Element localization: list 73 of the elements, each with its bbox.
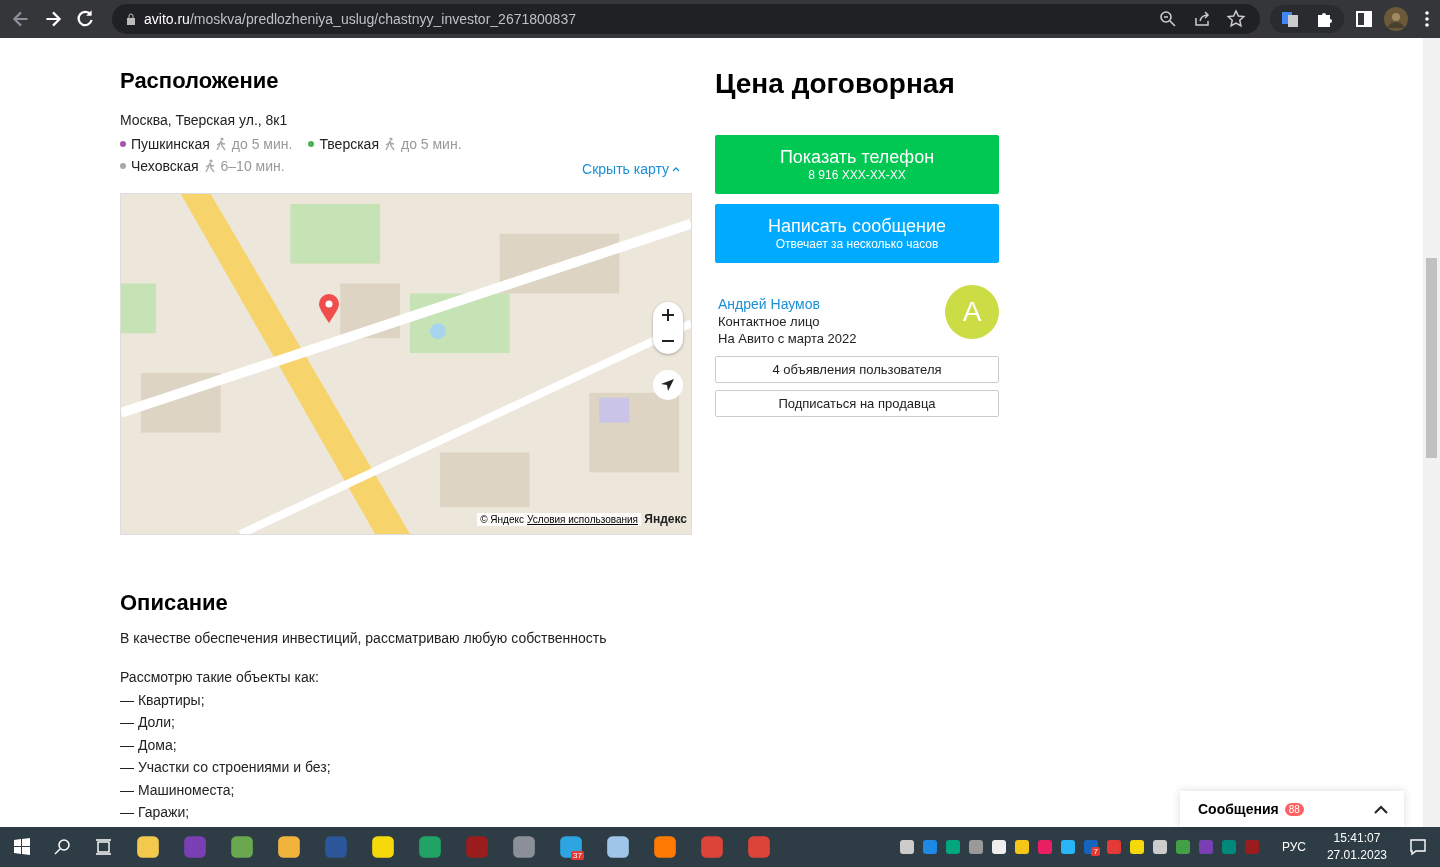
- description-line: — Квартиры;: [120, 690, 205, 710]
- menu-icon[interactable]: [1424, 9, 1430, 29]
- taskbar-app-icon[interactable]: [605, 834, 631, 860]
- notification-badge: 37: [571, 851, 584, 860]
- description-line: Рассмотрю такие объекты как:: [120, 668, 319, 687]
- unread-badge: 88: [1284, 802, 1304, 816]
- tray-icon[interactable]: [1058, 838, 1077, 856]
- walking-icon: [214, 137, 227, 151]
- description-line: — Гаражи;: [120, 803, 190, 822]
- scrollbar[interactable]: [1423, 38, 1440, 827]
- share-icon[interactable]: [1192, 9, 1212, 29]
- taskbar-app-icon[interactable]: [229, 834, 255, 860]
- sidebar-icon[interactable]: [1354, 9, 1374, 29]
- terms-link[interactable]: Условия использования: [527, 514, 638, 525]
- notification-badge: 7: [1091, 847, 1100, 856]
- profile-avatar[interactable]: [1384, 7, 1408, 31]
- messages-panel[interactable]: Сообщения 88: [1180, 791, 1404, 827]
- seller-action-button[interactable]: 4 объявления пользователя: [715, 356, 999, 383]
- walking-icon: [383, 137, 396, 151]
- walking-time: до 5 мин.: [231, 136, 293, 152]
- taskbar-app-icon[interactable]: 37: [558, 834, 584, 860]
- section-heading: Описание: [120, 590, 229, 616]
- description-line: — Участки со строениями и без;: [120, 758, 331, 777]
- copyright-text: © Яндекс: [480, 514, 524, 525]
- url-text: avito.ru/moskva/predlozheniya_uslug/chastnyy_investor_2671800837: [144, 11, 576, 27]
- taskbar-app-icon[interactable]: [652, 834, 678, 860]
- taskbar-app-icon[interactable]: [135, 834, 161, 860]
- star-icon[interactable]: [1226, 9, 1246, 29]
- map-logo: Яндекс: [644, 512, 687, 526]
- windows-start-icon[interactable]: [12, 837, 32, 857]
- tray-icon[interactable]: 7: [1081, 838, 1100, 856]
- taskbar-app-icon[interactable]: [511, 834, 537, 860]
- metro-station: Тверская: [319, 136, 379, 152]
- metro-station: Чеховская: [131, 158, 199, 174]
- chevron-up-icon: [672, 166, 680, 172]
- seller-role: Контактное лицо: [718, 314, 821, 329]
- tray-icon[interactable]: [1012, 838, 1031, 856]
- taskbar-app-icon[interactable]: [276, 834, 302, 860]
- tray-icon[interactable]: [989, 838, 1008, 856]
- messages-label: Сообщения: [1198, 801, 1279, 817]
- language-indicator[interactable]: РУС: [1281, 840, 1306, 854]
- location-pin-icon: [318, 294, 340, 324]
- locate-icon[interactable]: [653, 370, 683, 400]
- lock-icon: [126, 13, 136, 25]
- description-line: — Дома;: [120, 735, 177, 755]
- member-since: На Авито с марта 2022: [718, 331, 857, 346]
- description-line: — Машиноместа;: [120, 780, 235, 800]
- tray-icon[interactable]: [1127, 838, 1146, 856]
- price-text: Цена договорная: [715, 68, 956, 100]
- chevron-up-icon[interactable]: [1374, 804, 1388, 814]
- search-icon[interactable]: [53, 837, 73, 857]
- address-text: Москва, Тверская ул., 8к1: [120, 112, 289, 128]
- taskbar-app-icon[interactable]: [417, 834, 443, 860]
- section-heading: Расположение: [120, 68, 280, 94]
- notifications-icon[interactable]: [1408, 837, 1428, 857]
- tray-icon[interactable]: [897, 838, 916, 856]
- hide-map-link[interactable]: Скрыть карту: [582, 161, 680, 177]
- seller-name-link[interactable]: Андрей Наумов: [718, 296, 857, 312]
- seller-action-button[interactable]: Подписаться на продавца: [715, 390, 999, 417]
- clock[interactable]: 15:41:07 27.01.2023: [1326, 830, 1387, 864]
- translate-icon[interactable]: [1280, 9, 1300, 29]
- metro-station: Пушкинская: [131, 136, 210, 152]
- zoom-out-icon[interactable]: [1158, 9, 1178, 29]
- walking-time: 6–10 мин.: [220, 158, 285, 174]
- description-line: — Доли;: [120, 713, 175, 732]
- task-view-icon[interactable]: [94, 837, 114, 857]
- walking-time: до 5 мин.: [400, 136, 462, 152]
- address-bar[interactable]: avito.ru/moskva/predlozheniya_uslug/chastnyy_investor_2671800837: [112, 4, 1260, 34]
- taskbar-app-icon[interactable]: [370, 834, 396, 860]
- walking-icon: [203, 159, 216, 173]
- description-paragraph: В качестве обеспечения инвестиций, рассматриваю любую собственность: [120, 630, 608, 646]
- tray-icon[interactable]: [966, 838, 985, 856]
- tray-icon[interactable]: [1150, 838, 1169, 856]
